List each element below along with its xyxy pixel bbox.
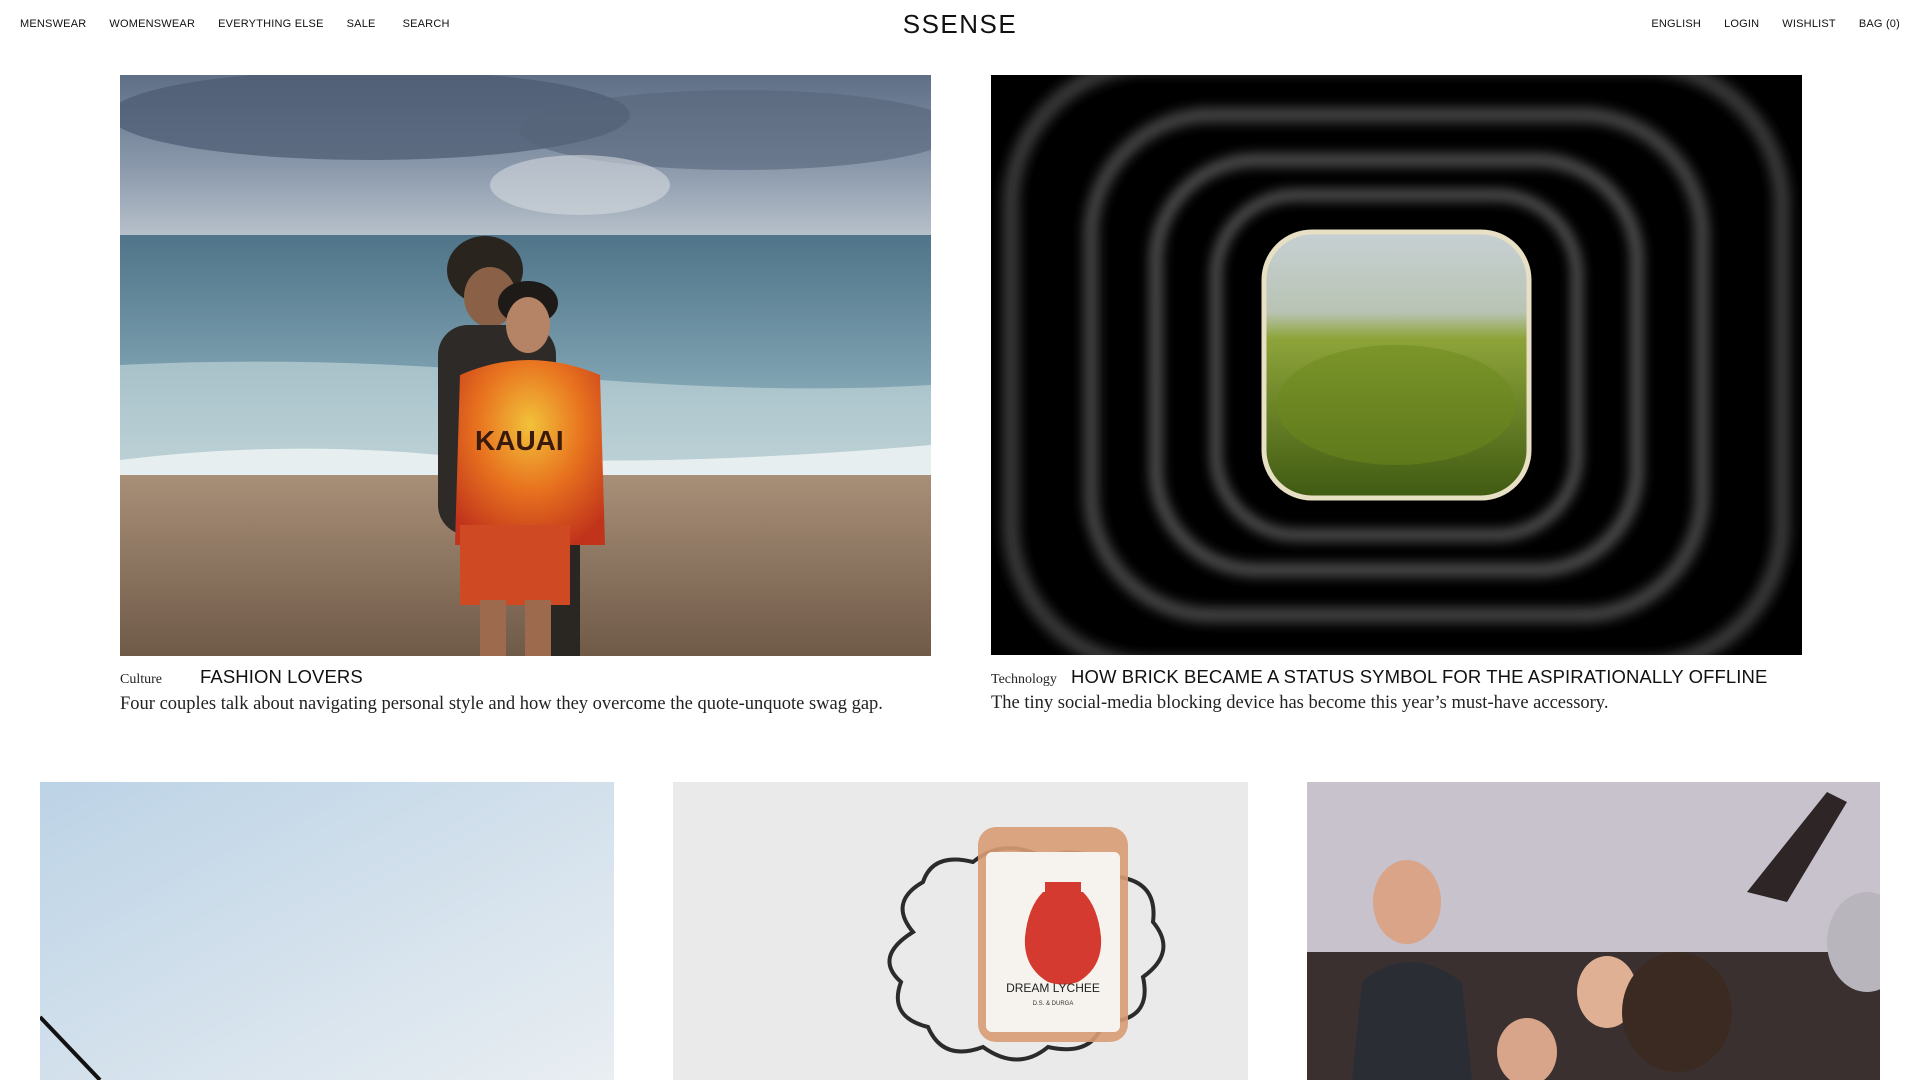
candle-label-name: DREAM LYCHEE [1006,981,1100,995]
article-image-brick[interactable] [991,75,1802,655]
wishlist-link[interactable]: WISHLIST [1782,18,1836,30]
article-title-wrap: FASHION LOVERS [200,666,363,688]
article-dek-fashion-lovers: Four couples talk about navigating perso… [120,694,883,714]
candle-label-brand: D.S. & DURGA [1033,1001,1074,1007]
article-title-wrap: HOW BRICK BECAME A STATUS SYMBOL FOR THE… [1071,666,1767,688]
crowd-photo [1307,782,1880,1080]
article-category[interactable]: Technology [991,672,1057,687]
article-meta-brick: Technology [991,670,1057,688]
bag-link[interactable]: BAG (0) [1859,18,1900,30]
article-meta-fashion-lovers: Culture [120,670,162,688]
shirt-print: KAUAI [475,425,564,456]
site-logo: SSENSE [0,9,1920,40]
article-dek-brick: The tiny social-media blocking device ha… [991,693,1609,713]
top-navigation: MENSWEAR WOMENSWEAR EVERYTHING ELSE SALE… [0,0,1920,48]
article-image-candle[interactable]: DREAM LYCHEE D.S. & DURGA [673,782,1248,1080]
logo-link[interactable]: SSENSE [903,9,1018,39]
article-title-fashion-lovers[interactable]: FASHION LOVERS [200,666,363,687]
sky-photo [40,782,614,1080]
candle-photo: DREAM LYCHEE D.S. & DURGA [673,782,1248,1080]
account-nav: ENGLISH LOGIN WISHLIST BAG (0) [1651,18,1900,30]
tunnel-window-illustration [991,75,1802,655]
language-selector[interactable]: ENGLISH [1651,18,1701,30]
article-image-sky[interactable] [40,782,614,1080]
login-link[interactable]: LOGIN [1724,18,1759,30]
article-title-brick[interactable]: HOW BRICK BECAME A STATUS SYMBOL FOR THE… [1071,666,1767,687]
article-image-fashion-lovers[interactable]: KAUAI [120,75,931,656]
article-image-crowd[interactable] [1307,782,1880,1080]
article-category[interactable]: Culture [120,672,162,687]
beach-couple-photo: KAUAI [120,75,931,656]
